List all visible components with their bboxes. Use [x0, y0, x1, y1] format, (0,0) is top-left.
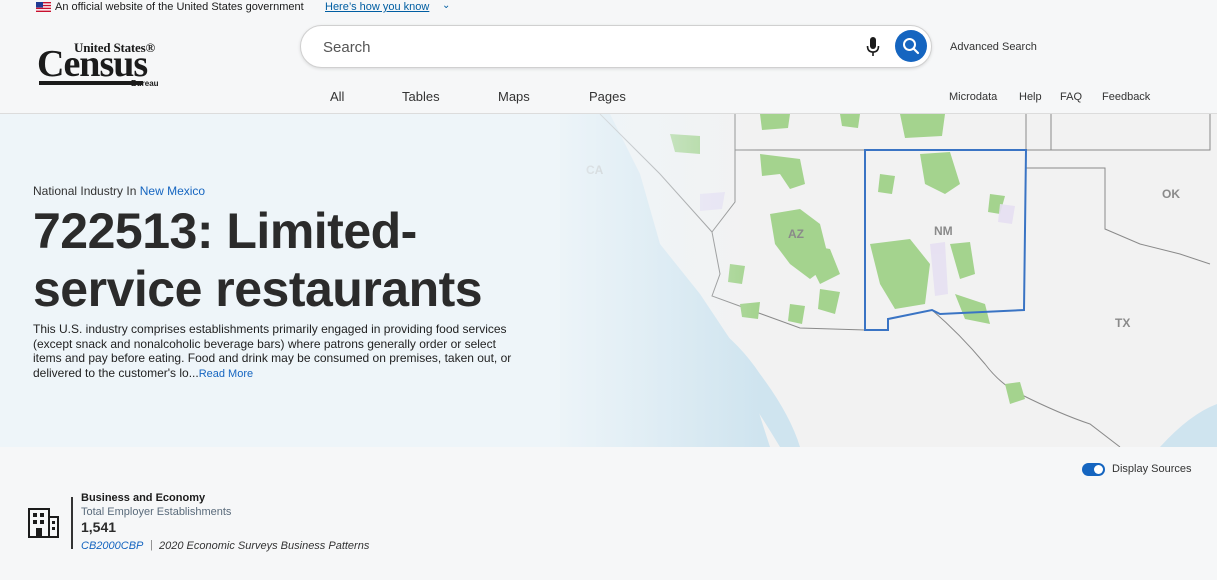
stat-category: Business and Economy [81, 492, 206, 504]
tab-pages[interactable]: Pages [589, 89, 626, 104]
gov-banner-text: An official website of the United States… [55, 1, 304, 13]
map-label-nm: NM [934, 224, 953, 238]
search-button[interactable] [895, 30, 927, 62]
industry-hero: CA AZ NM OK TX National Industry In New … [0, 114, 1217, 447]
advanced-search-link[interactable]: Advanced Search [950, 41, 1037, 53]
read-more-link[interactable]: Read More [199, 368, 253, 380]
eyebrow-text: National Industry In [33, 184, 137, 198]
chevron-down-icon[interactable]: ⌄ [442, 0, 450, 11]
map-label-az: AZ [788, 227, 804, 241]
search-box [300, 25, 932, 68]
industry-description: This U.S. industry comprises establishme… [33, 322, 523, 381]
microphone-icon[interactable] [865, 36, 881, 58]
search-icon [903, 38, 920, 55]
tab-maps[interactable]: Maps [498, 89, 530, 104]
logo-line-census: Census [37, 43, 148, 85]
help-link[interactable]: Help [1019, 91, 1042, 103]
stat-divider [71, 497, 73, 549]
stat-source-link[interactable]: CB2000CBP [81, 540, 143, 552]
industry-eyebrow: National Industry In New Mexico [33, 184, 205, 198]
display-sources-toggle[interactable] [1082, 463, 1105, 476]
tab-tables[interactable]: Tables [402, 89, 440, 104]
feedback-link[interactable]: Feedback [1102, 91, 1150, 103]
stat-source-name: 2020 Economic Surveys Business Patterns [159, 540, 370, 552]
display-sources-label: Display Sources [1112, 463, 1192, 475]
stat-metric: Total Employer Establishments [81, 506, 232, 518]
logo-bar [39, 81, 143, 85]
stat-value: 1,541 [81, 519, 117, 535]
census-logo[interactable]: United States® Census Bureau [37, 38, 159, 90]
state-link[interactable]: New Mexico [140, 184, 205, 198]
search-input[interactable] [321, 34, 845, 60]
search-tabs: All Tables Maps Pages Microdata Help FAQ… [0, 89, 1217, 109]
us-flag-icon [36, 2, 51, 12]
faq-link[interactable]: FAQ [1060, 91, 1082, 103]
map-label-ok: OK [1162, 187, 1180, 201]
heres-how-you-know-link[interactable]: Here’s how you know [325, 1, 429, 13]
microdata-link[interactable]: Microdata [949, 91, 997, 103]
tab-all[interactable]: All [330, 89, 344, 104]
page-title: 722513: Limited-service restaurants [33, 203, 483, 317]
description-text: This U.S. industry comprises establishme… [33, 322, 512, 380]
site-header: United States® Census Bureau Advanced Se… [0, 16, 1217, 114]
logo-line-bureau: Bureau [131, 79, 159, 88]
building-icon [28, 508, 59, 538]
gov-banner: An official website of the United States… [0, 0, 1217, 16]
map-label-tx: TX [1115, 316, 1130, 330]
stat-source-separator: | [150, 539, 153, 551]
